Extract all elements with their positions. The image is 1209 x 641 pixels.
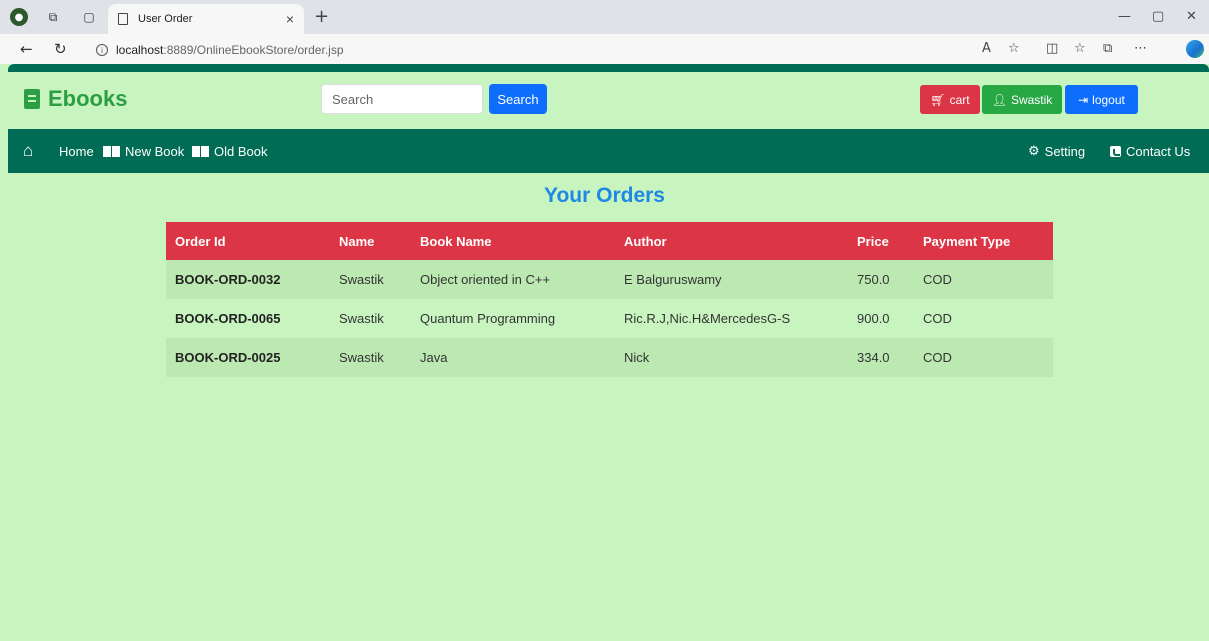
browser-tab[interactable]: User Order × <box>108 4 304 34</box>
price-cell: 900.0 <box>848 299 914 338</box>
read-aloud-icon[interactable]: A <box>982 41 991 56</box>
user-plus-icon: 👤︎ <box>991 92 1007 107</box>
order-id-cell: BOOK-ORD-0025 <box>166 338 330 377</box>
browser-tab-bar: ● ⧉ ▢ User Order × + — ▢ ✕ <box>0 0 1209 34</box>
new-tab-icon[interactable]: + <box>314 6 329 27</box>
more-icon[interactable]: ⋯ <box>1134 41 1147 56</box>
search-button[interactable]: Search <box>489 84 547 114</box>
table-header-row: Order Id Name Book Name Author Price Pay… <box>166 222 1053 260</box>
tab-actions-icon[interactable]: ▢ <box>80 8 98 26</box>
favorite-star-icon[interactable]: ☆ <box>1008 41 1020 56</box>
nav-home[interactable]: Home <box>59 129 94 173</box>
copilot-icon[interactable] <box>1186 40 1204 58</box>
author-cell: E Balguruswamy <box>615 260 848 299</box>
url-field[interactable]: i localhost:8889/OnlineEbookStore/order.… <box>96 40 1076 60</box>
main-navbar: ⌂ Home New Book Old Book ⚙ Setting Conta… <box>8 129 1209 173</box>
book-name-cell: Java <box>411 338 615 377</box>
logout-button[interactable]: ⇥ logout <box>1065 85 1138 114</box>
nav-new-book[interactable]: New Book <box>103 129 184 173</box>
phone-icon <box>1110 145 1121 157</box>
nav-old-book-label: Old Book <box>214 143 268 159</box>
table-row: BOOK-ORD-0065 Swastik Quantum Programmin… <box>166 299 1053 338</box>
logout-label: logout <box>1092 92 1125 107</box>
cart-icon: 🛒︎ <box>930 92 946 107</box>
refresh-icon[interactable]: ↻ <box>54 40 67 58</box>
author-cell: Nick <box>615 338 848 377</box>
payment-cell: COD <box>914 260 1053 299</box>
close-window-icon[interactable]: ✕ <box>1186 9 1197 24</box>
book-name-cell: Object oriented in C++ <box>411 260 615 299</box>
order-id-cell: BOOK-ORD-0065 <box>166 299 330 338</box>
column-header: Book Name <box>411 222 615 260</box>
name-cell: Swastik <box>330 338 411 377</box>
book-name-cell: Quantum Programming <box>411 299 615 338</box>
payment-cell: COD <box>914 338 1053 377</box>
nav-contact-label: Contact Us <box>1126 143 1191 159</box>
close-tab-icon[interactable]: × <box>286 11 294 27</box>
column-header: Price <box>848 222 914 260</box>
user-button[interactable]: 👤︎ Swastik <box>982 85 1062 114</box>
author-cell: Ric.R.J,Nic.H&MercedesG-S <box>615 299 848 338</box>
profile-avatar-icon[interactable]: ● <box>10 8 28 26</box>
url-path: :8889/OnlineEbookStore/order.jsp <box>163 43 344 57</box>
nav-contact[interactable]: Contact Us <box>1110 129 1190 173</box>
address-bar: ← ↻ i localhost:8889/OnlineEbookStore/or… <box>0 34 1209 64</box>
page-top-strip <box>8 64 1209 72</box>
column-header: Order Id <box>166 222 330 260</box>
table-row: BOOK-ORD-0025 Swastik Java Nick 334.0 CO… <box>166 338 1053 377</box>
column-header: Author <box>615 222 848 260</box>
restore-icon[interactable]: ▢ <box>1152 9 1164 24</box>
name-cell: Swastik <box>330 260 411 299</box>
orders-table: Order Id Name Book Name Author Price Pay… <box>166 222 1053 377</box>
site-header: Ebooks Search 🛒︎ cart 👤︎ Swastik ⇥ logou… <box>8 72 1209 129</box>
brand-name: Ebooks <box>48 86 128 111</box>
column-header: Name <box>330 222 411 260</box>
brand-logo[interactable]: Ebooks <box>24 86 127 112</box>
open-book-icon <box>192 145 209 157</box>
column-header: Payment Type <box>914 222 1053 260</box>
table-row: BOOK-ORD-0032 Swastik Object oriented in… <box>166 260 1053 299</box>
nav-setting-label: Setting <box>1044 143 1086 159</box>
price-cell: 334.0 <box>848 338 914 377</box>
order-id-cell: BOOK-ORD-0032 <box>166 260 330 299</box>
workspaces-icon[interactable]: ⧉ <box>44 8 62 26</box>
back-icon[interactable]: ← <box>20 40 33 58</box>
user-label: Swastik <box>1010 92 1053 107</box>
minimize-icon[interactable]: — <box>1118 9 1131 24</box>
page-title: Your Orders <box>544 184 665 207</box>
nav-old-book[interactable]: Old Book <box>192 129 267 173</box>
logout-icon: ⇥ <box>1078 92 1089 107</box>
gears-icon: ⚙ <box>1028 143 1040 158</box>
home-icon[interactable]: ⌂ <box>23 129 33 173</box>
favorites-icon[interactable]: ☆ <box>1074 41 1086 56</box>
cart-button[interactable]: 🛒︎ cart <box>920 85 980 114</box>
page-icon <box>118 13 128 25</box>
nav-setting[interactable]: ⚙ Setting <box>1028 129 1085 173</box>
name-cell: Swastik <box>330 299 411 338</box>
book-icon <box>24 89 40 109</box>
cart-label: cart <box>949 92 970 107</box>
site-info-icon[interactable]: i <box>96 44 108 56</box>
price-cell: 750.0 <box>848 260 914 299</box>
url-host: localhost <box>116 43 164 57</box>
split-screen-icon[interactable]: ◫ <box>1046 41 1058 56</box>
payment-cell: COD <box>914 299 1053 338</box>
collections-icon[interactable]: ⧉ <box>1103 41 1112 56</box>
nav-new-book-label: New Book <box>125 143 185 159</box>
open-book-icon <box>103 145 120 157</box>
search-input[interactable] <box>321 84 483 114</box>
tab-title: User Order <box>138 13 193 25</box>
